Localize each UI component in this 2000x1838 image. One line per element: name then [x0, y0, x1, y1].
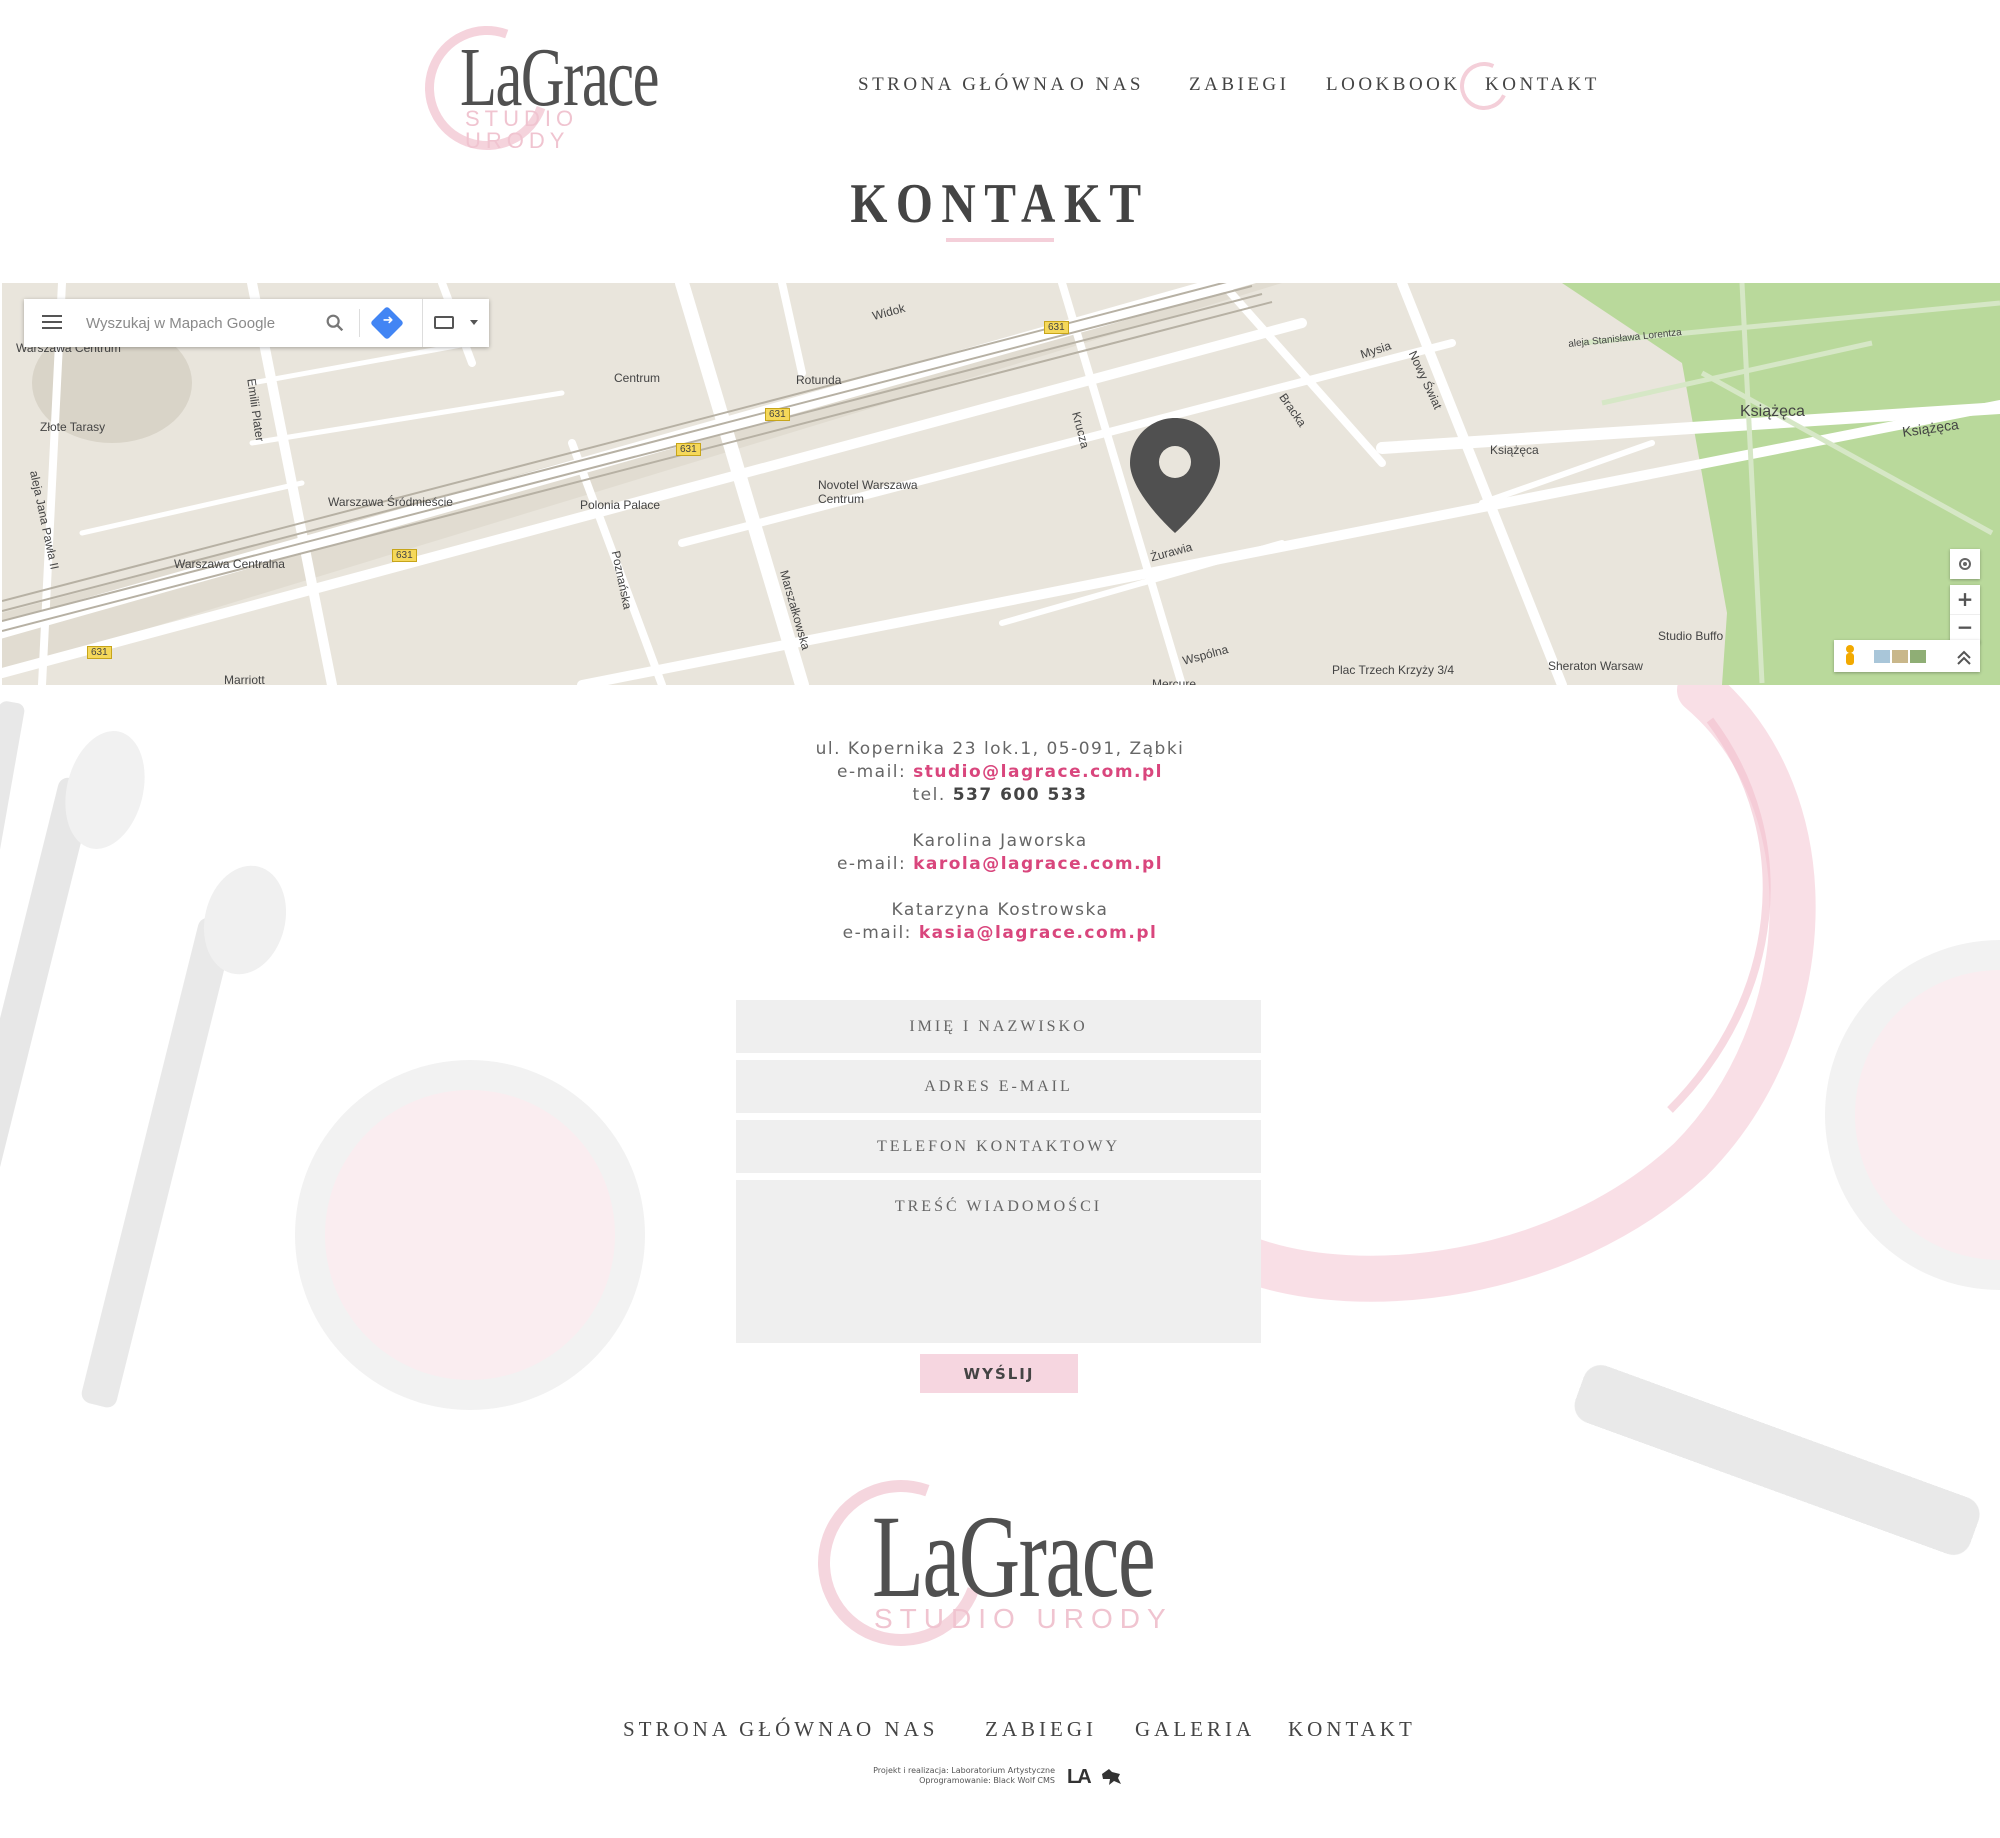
route-shield: 631 — [87, 646, 112, 659]
footer-nav-item-about[interactable]: O NAS — [856, 1717, 938, 1742]
main-nav: STRONA GŁÓWNA O NAS ZABIEGI LOOKBOOK KON… — [0, 55, 2000, 117]
phone-link[interactable]: 537 600 533 — [953, 785, 1088, 805]
route-shield: 631 — [676, 443, 701, 456]
map-label: Złote Tarasy — [40, 420, 106, 434]
address: ul. Kopernika 23 lok.1, 05-091, Ząbki — [815, 739, 1185, 759]
laboratorium-logo[interactable]: LA — [1067, 1766, 1092, 1789]
phone-field[interactable] — [736, 1120, 1261, 1173]
map-layer-thumb[interactable] — [1874, 650, 1890, 663]
map-label: Plac Trzech Krzyży 3/4 — [1332, 663, 1455, 677]
person-email-link[interactable]: kasia@lagrace.com.pl — [919, 923, 1158, 943]
chevron-down-icon[interactable] — [470, 320, 478, 325]
keyboard-icon[interactable] — [434, 316, 454, 329]
map-layer-thumb[interactable] — [1910, 650, 1926, 663]
email-field[interactable] — [736, 1060, 1261, 1113]
logo-tagline: STUDIO URODY — [465, 106, 579, 153]
phone-label: tel. — [912, 785, 946, 805]
studio-email-link[interactable]: studio@lagrace.com.pl — [913, 762, 1163, 782]
street-view-pegman-icon[interactable] — [1846, 645, 1854, 665]
footer-logo[interactable]: LaGrace STUDIO URODY — [790, 1452, 1198, 1674]
map-label: Warszawa Centralna — [174, 557, 285, 571]
map-label: Rotunda — [796, 373, 842, 387]
map-label: Książęca — [1740, 403, 1805, 420]
credits: Projekt i realizacja: Laboratorium Artys… — [800, 1766, 1055, 1786]
map-label: Warszawa Śródmieście — [328, 495, 453, 509]
logo-tagline: STUDIO URODY — [874, 1603, 1173, 1634]
studio-email-line: e-mail: studio@lagrace.com.pl — [0, 761, 2000, 784]
map-search-box — [24, 299, 489, 347]
person-name: Katarzyna Kostrowska — [891, 900, 1109, 920]
location-pin-icon[interactable] — [1130, 418, 1220, 533]
nav-item-about[interactable]: O NAS — [1070, 74, 1144, 96]
message-field[interactable] — [736, 1180, 1261, 1343]
credits-software: Oprogramowanie: Black Wolf CMS — [919, 1776, 1055, 1785]
map-label: Studio Buffo — [1658, 629, 1724, 643]
person-email-line: e-mail: karola@lagrace.com.pl — [0, 853, 2000, 876]
site-header: LaGrace STUDIO URODY STRONA GŁÓWNA O NAS… — [0, 0, 2000, 171]
logo-wordmark: LaGrace — [872, 1491, 1156, 1622]
map-label: Novotel Warszawa Centrum — [818, 478, 918, 506]
footer-nav: STRONA GŁÓWNA O NAS ZABIEGI GALERIA KONT… — [0, 1717, 2000, 1747]
search-icon[interactable] — [324, 312, 346, 334]
map-label: Centrum — [614, 371, 661, 385]
email-label: e-mail: — [836, 854, 907, 874]
expand-chevron-icon[interactable] — [1957, 650, 1971, 665]
person-email-link[interactable]: karola@lagrace.com.pl — [913, 854, 1163, 874]
nav-item-treatments[interactable]: ZABIEGI — [1189, 74, 1289, 96]
person-name: Karolina Jaworska — [912, 831, 1088, 851]
page-title: KONTAKT — [850, 173, 1150, 235]
zoom-controls: + − — [1950, 585, 1980, 643]
name-field[interactable] — [736, 1000, 1261, 1053]
person-email-line: e-mail: kasia@lagrace.com.pl — [0, 922, 2000, 945]
route-shield: 631 — [765, 408, 790, 421]
nav-item-lookbook[interactable]: LOOKBOOK — [1326, 74, 1461, 96]
map-layer-thumb[interactable] — [1892, 650, 1908, 663]
map-label: Książęca — [1490, 443, 1539, 457]
footer-nav-item-gallery[interactable]: GALERIA — [1135, 1717, 1255, 1742]
contact-info: ul. Kopernika 23 lok.1, 05-091, Ząbki e-… — [0, 738, 2000, 945]
my-location-icon — [1959, 558, 1971, 570]
google-map[interactable]: Warszawa Centrum Złote Tarasy Emilii Pla… — [2, 283, 2000, 685]
map-label: Marriott — [224, 673, 265, 685]
map-layers-bar — [1834, 640, 1980, 672]
nav-item-contact[interactable]: KONTAKT — [1485, 74, 1600, 96]
submit-button[interactable]: WYŚLIJ — [920, 1354, 1078, 1393]
footer-nav-item-home[interactable]: STRONA GŁÓWNA — [623, 1717, 856, 1742]
my-location-button[interactable] — [1950, 549, 1980, 579]
email-label: e-mail: — [842, 923, 912, 943]
credits-design: Projekt i realizacja: Laboratorium Artys… — [873, 1766, 1055, 1775]
map-label: Sheraton Warsaw — [1548, 659, 1643, 673]
black-wolf-logo-icon[interactable] — [1100, 1766, 1122, 1788]
route-shield: 631 — [1044, 321, 1069, 334]
directions-icon[interactable] — [370, 306, 404, 340]
footer-nav-item-contact[interactable]: KONTAKT — [1288, 1717, 1416, 1742]
route-shield: 631 — [392, 549, 417, 562]
phone-line: tel. 537 600 533 — [0, 784, 2000, 807]
map-label: Mercure — [1152, 677, 1197, 685]
map-search-input[interactable] — [86, 311, 316, 335]
map-label: Polonia Palace — [580, 498, 661, 512]
footer-nav-item-treatments[interactable]: ZABIEGI — [985, 1717, 1097, 1742]
zoom-out-button[interactable]: − — [1950, 614, 1980, 643]
title-underline — [946, 238, 1054, 242]
hamburger-menu-icon[interactable] — [42, 315, 62, 331]
email-label: e-mail: — [837, 762, 907, 782]
nav-item-home[interactable]: STRONA GŁÓWNA — [858, 74, 1068, 96]
zoom-in-button[interactable]: + — [1950, 585, 1980, 614]
